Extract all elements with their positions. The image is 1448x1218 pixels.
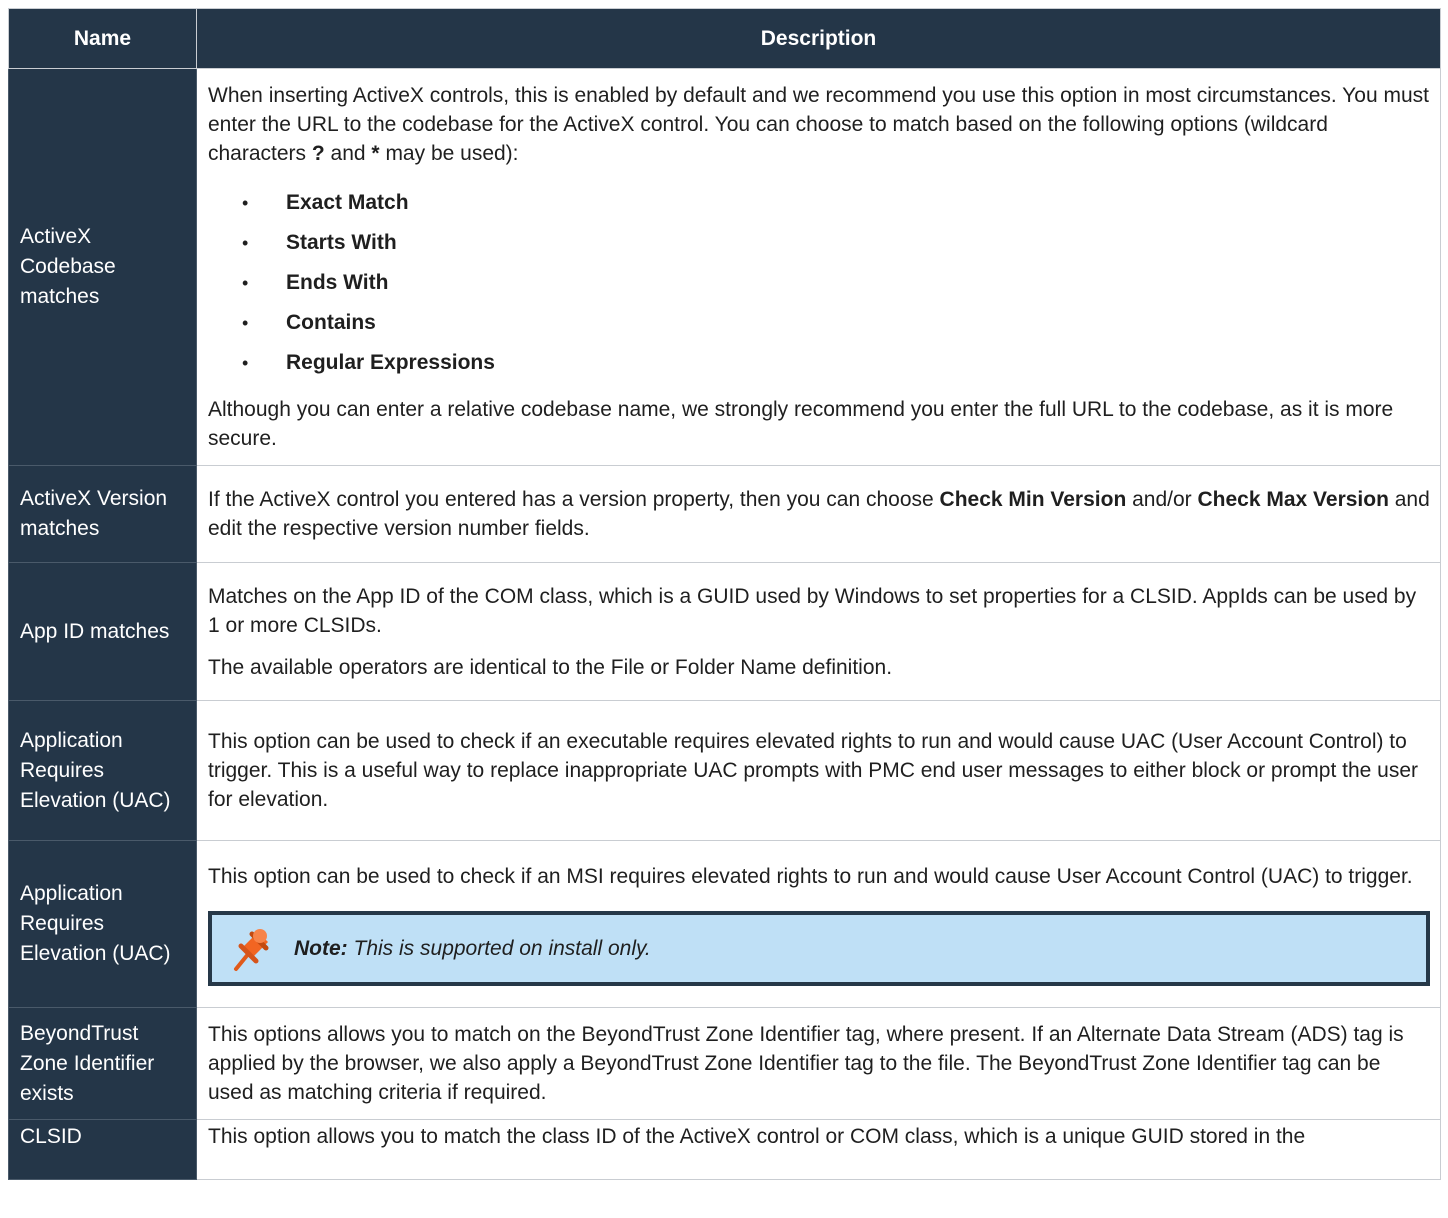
definitions-table: Name Description ActiveX Codebase matche… <box>8 8 1441 1180</box>
table-header-row: Name Description <box>8 8 1441 69</box>
bullet-icon: • <box>242 353 249 373</box>
row-description: This option allows you to match the clas… <box>196 1119 1441 1180</box>
description-paragraph: Matches on the App ID of the COM class, … <box>208 584 1417 637</box>
table-row: Application Requires Elevation (UAC) Thi… <box>8 700 1441 841</box>
row-description: Matches on the App ID of the COM class, … <box>196 562 1441 701</box>
row-name: Application Requires Elevation (UAC) <box>8 700 197 841</box>
table-row: App ID matches Matches on the App ID of … <box>8 562 1441 701</box>
column-header-name: Name <box>8 8 197 69</box>
description-paragraph: The available operators are identical to… <box>208 655 893 679</box>
row-description: This option can be used to check if an M… <box>196 840 1441 1008</box>
note-callout: Note: This is supported on install only. <box>208 911 1430 986</box>
bullet-icon: • <box>242 193 249 213</box>
bullet-icon: • <box>242 273 249 293</box>
description-paragraph: This option allows you to match the clas… <box>208 1125 1306 1148</box>
row-name: ActiveX Codebase matches <box>8 68 197 466</box>
row-name: BeyondTrust Zone Identifier exists <box>8 1007 197 1120</box>
row-name: CLSID <box>8 1119 197 1180</box>
match-options-list: • Exact Match • Starts With • Ends With • Co… <box>208 188 1430 378</box>
pushpin-icon <box>230 926 272 972</box>
list-item: • Exact Match <box>242 188 1430 218</box>
bullet-icon: • <box>242 233 249 253</box>
bullet-icon: • <box>242 313 249 333</box>
description-paragraph: This option can be used to check if an e… <box>208 730 1419 811</box>
column-header-description: Description <box>196 8 1441 69</box>
row-name: Application Requires Elevation (UAC) <box>8 840 197 1008</box>
description-paragraph: Although you can enter a relative codeba… <box>208 398 1394 450</box>
table-row: BeyondTrust Zone Identifier exists This … <box>8 1007 1441 1120</box>
row-description: This option can be used to check if an e… <box>196 700 1441 841</box>
row-description: If the ActiveX control you entered has a… <box>196 465 1441 563</box>
description-paragraph: When inserting ActiveX controls, this is… <box>208 84 1429 165</box>
row-name: App ID matches <box>8 562 197 701</box>
row-description: When inserting ActiveX controls, this is… <box>196 68 1441 466</box>
list-item: • Ends With <box>242 268 1430 298</box>
row-name: ActiveX Version matches <box>8 465 197 563</box>
row-description: This options allows you to match on the … <box>196 1007 1441 1120</box>
table-row: ActiveX Version matches If the ActiveX c… <box>8 465 1441 563</box>
description-paragraph: If the ActiveX control you entered has a… <box>208 488 1430 540</box>
table-row: ActiveX Codebase matches When inserting … <box>8 68 1441 466</box>
list-item: • Starts With <box>242 228 1430 258</box>
description-paragraph: This option can be used to check if an M… <box>208 865 1413 888</box>
table-row: Application Requires Elevation (UAC) Thi… <box>8 840 1441 1008</box>
list-item: • Regular Expressions <box>242 348 1430 378</box>
description-paragraph: This options allows you to match on the … <box>208 1023 1404 1104</box>
note-text: Note: This is supported on install only. <box>294 937 651 960</box>
list-item: • Contains <box>242 308 1430 338</box>
table-row: CLSID This option allows you to match th… <box>8 1119 1441 1180</box>
